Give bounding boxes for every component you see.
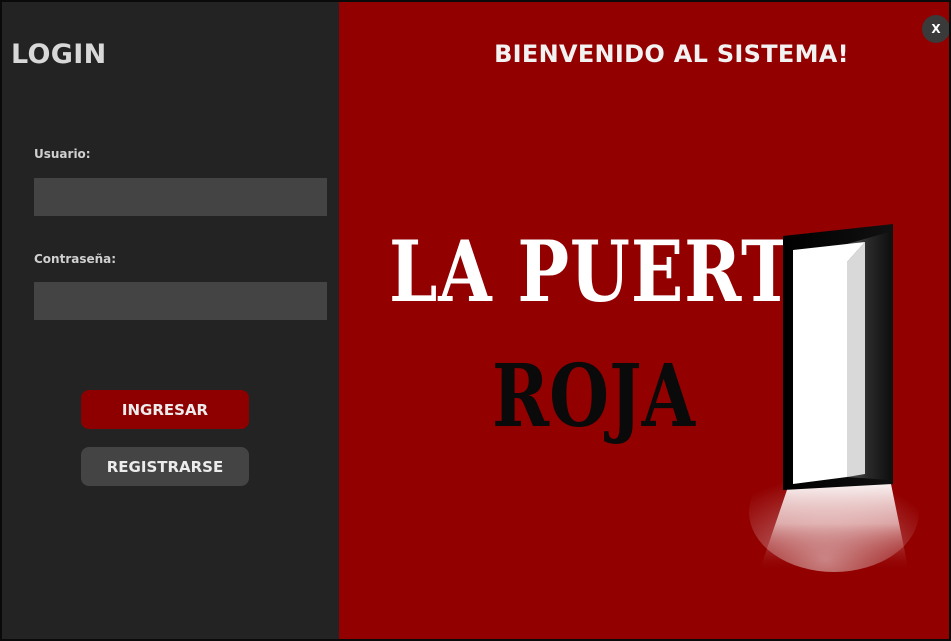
welcome-heading: BIENVENIDO AL SISTEMA! xyxy=(494,40,849,68)
login-title: LOGIN xyxy=(11,39,107,70)
logo-text-line2: ROJA xyxy=(492,346,696,447)
login-window: LOGIN Usuario: Contraseña: INGRESAR REGI… xyxy=(0,0,951,641)
login-panel: LOGIN Usuario: Contraseña: INGRESAR REGI… xyxy=(2,2,339,639)
register-button[interactable]: REGISTRARSE xyxy=(81,447,249,486)
close-button[interactable]: X xyxy=(922,15,949,43)
password-input[interactable] xyxy=(34,282,327,320)
open-door-icon xyxy=(749,224,919,572)
password-label: Contraseña: xyxy=(34,252,117,266)
brand-panel: BIENVENIDO AL SISTEMA! X LA PUERTA ROJA xyxy=(339,2,949,639)
login-button[interactable]: INGRESAR xyxy=(81,390,249,429)
username-label: Usuario: xyxy=(34,147,91,161)
username-input[interactable] xyxy=(34,178,327,216)
